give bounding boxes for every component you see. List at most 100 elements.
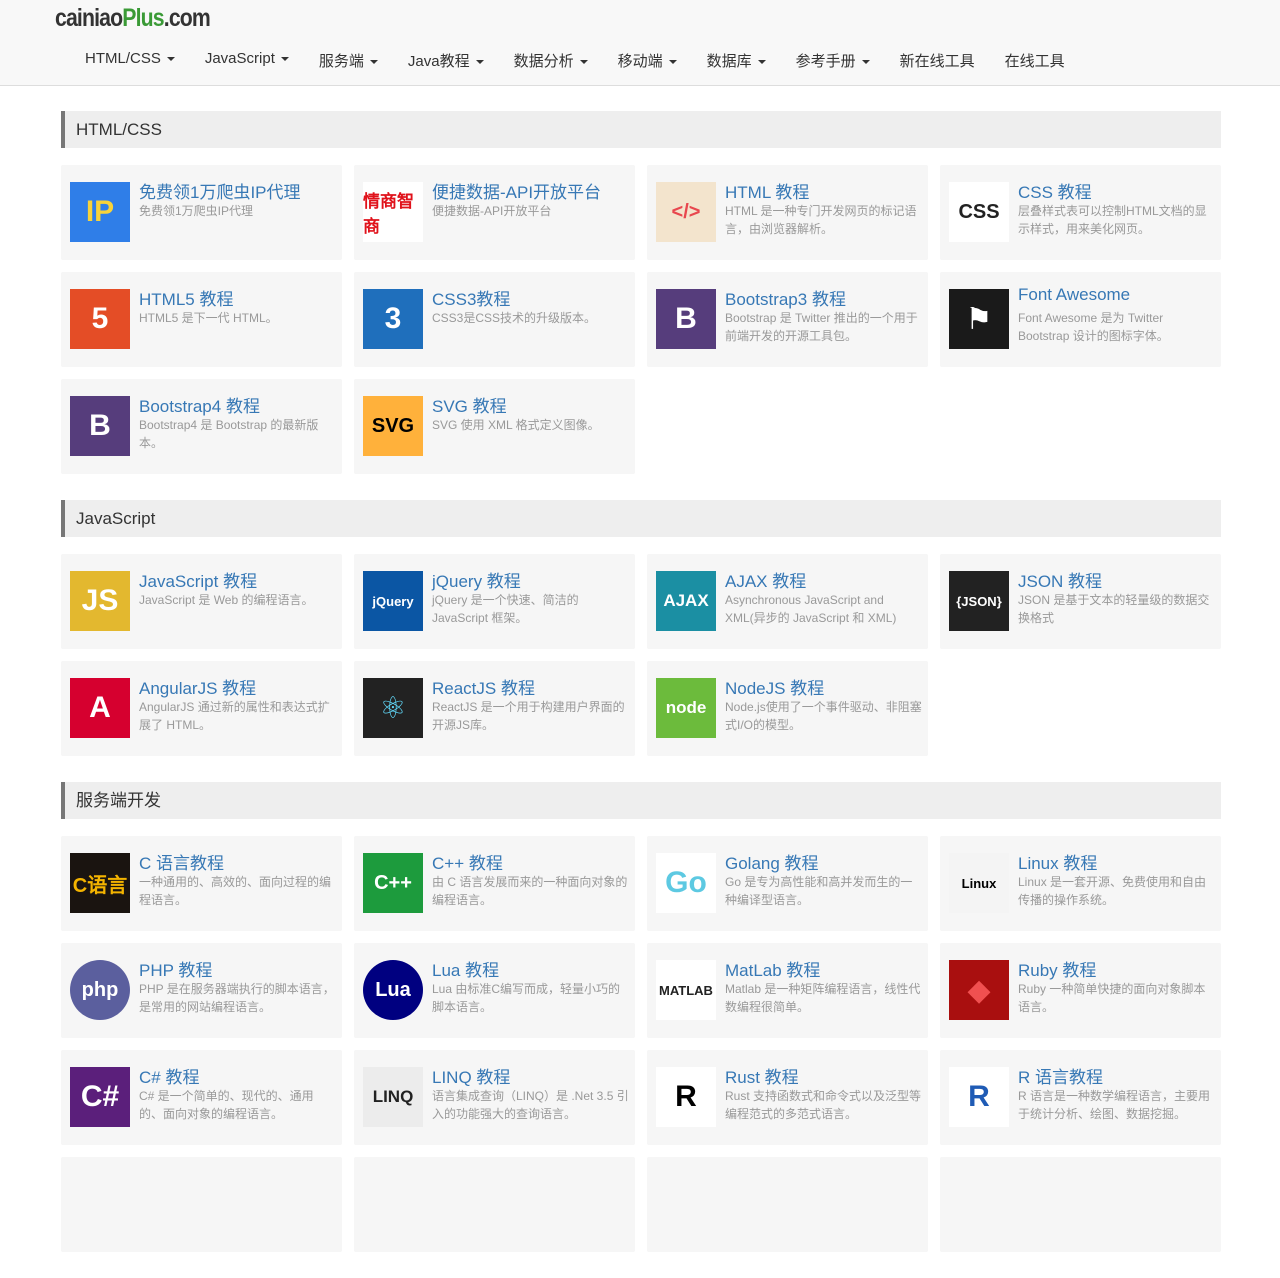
card-title[interactable]: AJAX 教程 <box>725 567 806 592</box>
card-description: jQuery 是一个快速、简洁的 JavaScript 框架。 <box>432 593 579 625</box>
main-nav: HTML/CSS JavaScript 服务端 Java教程 数据分析 移动端 数据库 参考手… <box>70 48 1080 73</box>
card-title[interactable]: Golang 教程 <box>725 849 819 874</box>
nav-item-label: 移动端 <box>617 53 663 70</box>
card-description: R 语言是一种数学编程语言，主要用于统计分析、绘图、数据挖掘。 <box>1018 1089 1211 1121</box>
nav-item-0[interactable]: HTML/CSS <box>70 48 190 73</box>
tutorial-card[interactable]: php PHP 教程 PHP 是在服务器端执行的脚本语言，是常用的网站编程语言。 <box>61 943 342 1038</box>
nav-item-6[interactable]: 数据库 <box>692 48 781 73</box>
react-icon: ⚛ <box>363 678 423 738</box>
tutorial-card[interactable] <box>354 1157 635 1252</box>
card-title[interactable]: ReactJS 教程 <box>432 674 535 699</box>
card-title[interactable]: PHP 教程 <box>139 956 212 981</box>
icon-glyph: C# <box>80 1080 120 1113</box>
card-title[interactable]: R 语言教程 <box>1018 1063 1103 1088</box>
tutorial-card[interactable]: CSS CSS 教程 层叠样式表可以控制HTML文档的显示样式，用来美化网页。 <box>940 165 1221 260</box>
card-title[interactable]: Rust 教程 <box>725 1063 799 1088</box>
card-title[interactable]: 免费领1万爬虫IP代理 <box>139 178 301 203</box>
tutorial-card[interactable]: Linux Linux 教程 Linux 是一套开源、免费使用和自由传播的操作系统。 <box>940 836 1221 931</box>
card-title[interactable]: HTML5 教程 <box>139 285 233 310</box>
card-title[interactable]: Font Awesome <box>1018 285 1130 305</box>
tutorial-card[interactable]: 5 HTML5 教程 HTML5 是下一代 HTML。 <box>61 272 342 367</box>
site-logo[interactable]: cainiaoPlus.com <box>55 4 211 33</box>
card-title[interactable]: LINQ 教程 <box>432 1063 510 1088</box>
card-title[interactable]: JavaScript 教程 <box>139 567 257 592</box>
csharp-icon: C# <box>70 1067 130 1127</box>
icon-glyph: JS <box>81 584 119 617</box>
tutorial-card[interactable] <box>61 1157 342 1252</box>
caret-down-icon <box>861 60 870 65</box>
card-title[interactable]: Bootstrap4 教程 <box>139 392 260 417</box>
tutorial-card[interactable]: A AngularJS 教程 AngularJS 通过新的属性和表达式扩展了 HTM… <box>61 661 342 756</box>
nav-item-2[interactable]: 服务端 <box>304 48 393 73</box>
tutorial-card[interactable]: B Bootstrap3 教程 Bootstrap 是 Twitter 推出的一个用… <box>647 272 928 367</box>
tutorial-card[interactable]: C++ C++ 教程由 C 语言发展而来的一种面向对象的编程语言。 <box>354 836 635 931</box>
tutorial-card[interactable] <box>647 1157 928 1252</box>
tutorial-card[interactable]: MATLAB MatLab 教程 Matlab 是一种矩阵编程语言，线性代数编程很简… <box>647 943 928 1038</box>
icon-glyph: 3 <box>384 302 402 335</box>
tutorial-card[interactable]: Lua Lua 教程 Lua 由标准C编写而成，轻量小巧的脚本语言。 <box>354 943 635 1038</box>
card-title[interactable]: CSS 教程 <box>1018 178 1092 203</box>
nav-item-8[interactable]: 新在线工具 <box>885 48 990 73</box>
card-description: Linux 是一套开源、免费使用和自由传播的操作系统。 <box>1018 875 1207 907</box>
nav-item-4[interactable]: 数据分析 <box>499 48 603 73</box>
tutorial-card[interactable]: node NodeJS 教程 Node.js使用了一个事件驱动、非阻塞式I/O的模型… <box>647 661 928 756</box>
tutorial-card[interactable]: C# C# 教程 C# 是一个简单的、现代的、通用的、面向对象的编程语言。 <box>61 1050 342 1145</box>
tutorial-grid: JS JavaScript 教程 JavaScript 是 Web 的编程语言。 jQ… <box>61 554 1221 756</box>
caret-down-icon <box>475 60 484 65</box>
nav-item-1[interactable]: JavaScript <box>190 48 304 73</box>
tutorial-card[interactable]: 情商智商 便捷数据-API开放平台 便捷数据-API开放平台 <box>354 165 635 260</box>
tutorial-card[interactable]: {JSON} JSON 教程 JSON 是基于文本的轻量级的数据交换格式 <box>940 554 1221 649</box>
nav-item-3[interactable]: Java教程 <box>393 48 499 73</box>
card-title[interactable]: MatLab 教程 <box>725 956 820 981</box>
card-description: ReactJS 是一个用于构建用户界面的开源JS库。 <box>432 700 625 732</box>
tutorial-card[interactable]: </> HTML 教程 HTML 是一种专门开发网页的标记语言，由浏览器解析。 <box>647 165 928 260</box>
tutorial-card[interactable]: R Rust 教程 Rust 支持函数式和命令式以及泛型等编程范式的多范式语言。 <box>647 1050 928 1145</box>
tutorial-card[interactable] <box>940 1157 1221 1252</box>
card-description: C# 是一个简单的、现代的、通用的、面向对象的编程语言。 <box>139 1089 314 1121</box>
tutorial-card[interactable]: SVG SVG 教程 SVG 使用 XML 格式定义图像。 <box>354 379 635 474</box>
tutorial-card[interactable]: LINQ LINQ 教程 语言集成查询（LINQ）是 .Net 3.5 引入的功能强… <box>354 1050 635 1145</box>
card-title[interactable]: Lua 教程 <box>432 956 499 981</box>
card-title[interactable]: AngularJS 教程 <box>139 674 256 699</box>
icon-glyph: 5 <box>91 302 109 335</box>
tutorial-card[interactable]: B Bootstrap4 教程 Bootstrap4 是 Bootstrap 的最新… <box>61 379 342 474</box>
card-title[interactable]: JSON 教程 <box>1018 567 1102 592</box>
nav-item-9[interactable]: 在线工具 <box>990 48 1080 73</box>
card-title[interactable]: C 语言教程 <box>139 849 224 874</box>
caret-down-icon <box>668 60 677 65</box>
tutorial-card[interactable]: ◆ Ruby 教程 Ruby 一种简单快捷的面向对象脚本语言。 <box>940 943 1221 1038</box>
linux-penguin-icon: Linux <box>949 853 1009 913</box>
tutorial-card[interactable]: R R 语言教程 R 语言是一种数学编程语言，主要用于统计分析、绘图、数据挖掘。 <box>940 1050 1221 1145</box>
card-description: CSS3是CSS技术的升级版本。 <box>432 311 597 325</box>
card-title[interactable]: CSS3教程 <box>432 285 510 310</box>
tutorial-card[interactable]: IP 免费领1万爬虫IP代理 免费领1万爬虫IP代理 <box>61 165 342 260</box>
tutorial-card[interactable]: ⚛ ReactJS 教程 ReactJS 是一个用于构建用户界面的开源JS库。 <box>354 661 635 756</box>
card-title[interactable]: C# 教程 <box>139 1063 199 1088</box>
card-title[interactable]: NodeJS 教程 <box>725 674 824 699</box>
tutorial-card[interactable]: jQuery jQuery 教程 jQuery 是一个快速、简洁的 JavaScri… <box>354 554 635 649</box>
logo-text: cainiao <box>55 4 123 32</box>
tutorial-card[interactable]: 3 CSS3教程 CSS3是CSS技术的升级版本。 <box>354 272 635 367</box>
card-title[interactable]: Ruby 教程 <box>1018 956 1096 981</box>
icon-glyph: B <box>675 302 697 335</box>
card-title[interactable]: Linux 教程 <box>1018 849 1097 874</box>
nav-item-7[interactable]: 参考手册 <box>781 48 885 73</box>
tutorial-card[interactable]: JS JavaScript 教程 JavaScript 是 Web 的编程语言。 <box>61 554 342 649</box>
card-title[interactable]: HTML 教程 <box>725 178 809 203</box>
icon-glyph: IP <box>85 195 115 228</box>
icon-glyph: ⚑ <box>965 302 993 336</box>
nav-item-label: 数据库 <box>706 53 752 70</box>
tutorial-card[interactable]: Go Golang 教程 Go 是专为高性能和高并发而生的一种编译型语言。 <box>647 836 928 931</box>
tutorial-card[interactable]: ⚑ Font Awesome Font Awesome 是为 Twitter Boo… <box>940 272 1221 367</box>
proxy-ad-icon: IP <box>70 182 130 242</box>
php-icon: php <box>70 960 130 1020</box>
tutorial-card[interactable]: C语言 C 语言教程 一种通用的、高效的、面向过程的编程语言。 <box>61 836 342 931</box>
card-title[interactable]: C++ 教程 <box>432 849 503 874</box>
card-title[interactable]: 便捷数据-API开放平台 <box>432 178 601 203</box>
nav-item-5[interactable]: 移动端 <box>603 48 692 73</box>
icon-glyph: R <box>675 1080 697 1113</box>
card-title[interactable]: jQuery 教程 <box>432 567 521 592</box>
card-title[interactable]: SVG 教程 <box>432 392 507 417</box>
card-title[interactable]: Bootstrap3 教程 <box>725 285 846 310</box>
tutorial-card[interactable]: AJAX AJAX 教程 Asynchronous JavaScript and X… <box>647 554 928 649</box>
